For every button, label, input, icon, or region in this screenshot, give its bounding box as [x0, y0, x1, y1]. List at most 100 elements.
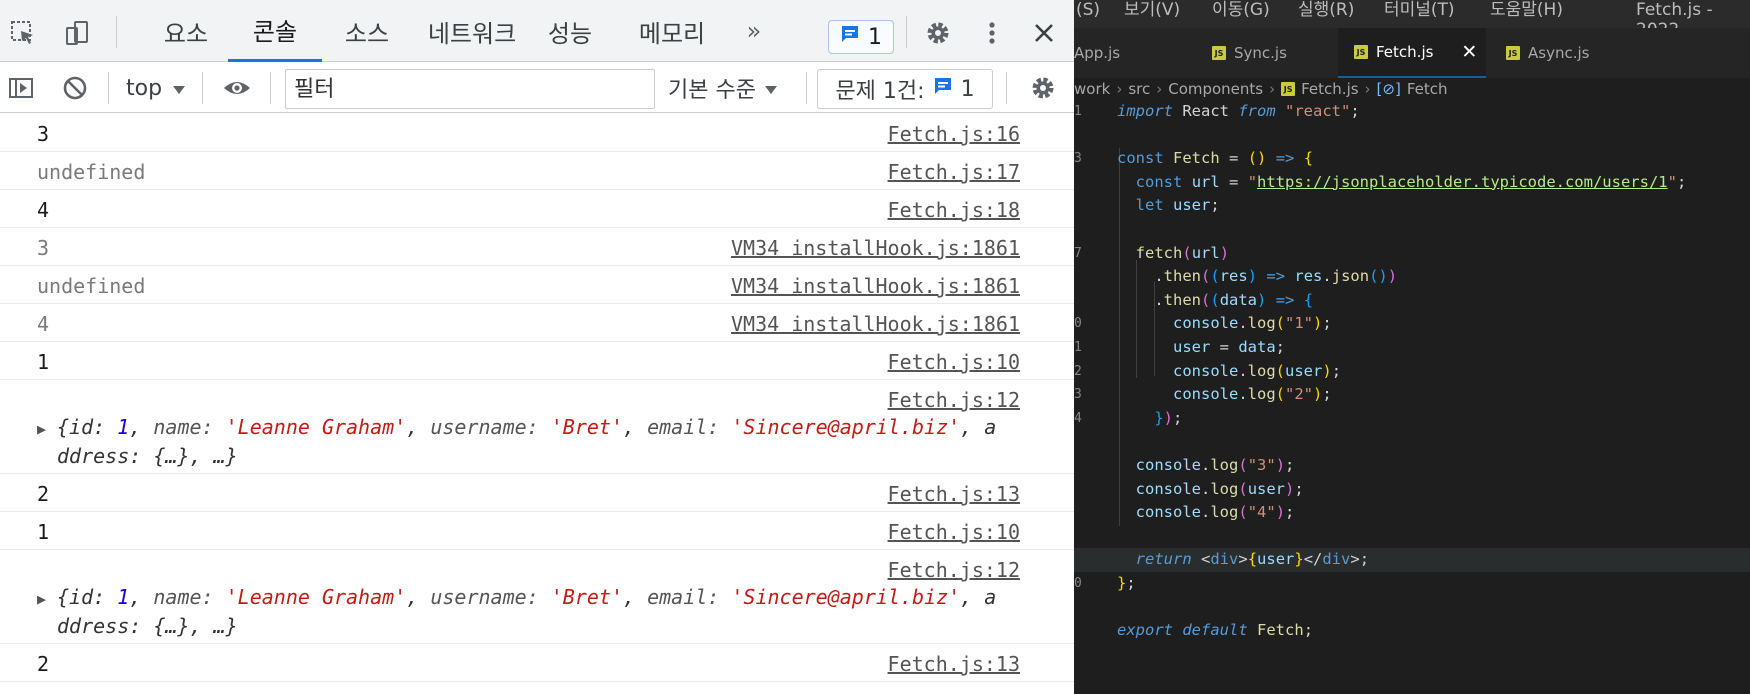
- log-source-link[interactable]: VM34 installHook.js:1861: [731, 312, 1020, 336]
- code-line: 1 import React from "react";: [1074, 102, 1360, 120]
- log-row: 3 VM34 installHook.js:1861: [0, 228, 1074, 266]
- expand-triangle-icon[interactable]: ▶: [37, 586, 57, 613]
- dropdown-arrow-icon: [764, 76, 778, 101]
- menu-item[interactable]: 터미널(T): [1384, 0, 1455, 20]
- more-options-icon[interactable]: [977, 18, 1007, 48]
- editor-tab-active[interactable]: JS Fetch.js ✕: [1338, 28, 1486, 78]
- log-row: undefined VM34 installHook.js:1861: [0, 266, 1074, 304]
- editor-tab[interactable]: JS Sync.js: [1196, 28, 1326, 78]
- devtools-panel: 요소 콘솔 소스 네트워크 성능 메모리 » 1 top 필터 기본 수준 문제…: [0, 0, 1074, 694]
- console-toolbar: top 기본 수준 문제 1건: 1: [0, 63, 1074, 113]
- log-row: 1 Fetch.js:10: [0, 512, 1074, 550]
- menu-item[interactable]: 도움말(H): [1490, 0, 1563, 20]
- message-icon: [840, 24, 860, 50]
- js-file-icon: JS: [1354, 45, 1368, 59]
- log-source-link[interactable]: Fetch.js:17: [888, 160, 1020, 184]
- object-preview[interactable]: ▶ {id: 1, name: 'Leanne Graham', username…: [37, 414, 1027, 470]
- more-tabs-chevron[interactable]: »: [738, 0, 770, 62]
- log-source-link[interactable]: Fetch.js:12: [888, 558, 1020, 582]
- log-row: undefined Fetch.js:17: [0, 152, 1074, 190]
- code-line: .then((data) => {: [1117, 290, 1314, 309]
- code-line: 1 user = data;: [1074, 337, 1285, 356]
- context-selector[interactable]: top: [126, 71, 186, 105]
- log-source-link[interactable]: Fetch.js:10: [888, 520, 1020, 544]
- message-icon: [933, 76, 953, 102]
- log-levels-dropdown[interactable]: 기본 수준: [668, 71, 778, 105]
- close-tab-icon[interactable]: ✕: [1461, 41, 1477, 63]
- log-message: 3: [37, 236, 50, 260]
- breadcrumb-item[interactable]: Fetch.js: [1301, 80, 1358, 98]
- issues-badge[interactable]: 1: [828, 20, 894, 54]
- tab-memory[interactable]: 메모리: [626, 0, 718, 62]
- close-icon[interactable]: [1029, 18, 1059, 48]
- log-source-link[interactable]: VM34 installHook.js:1861: [731, 236, 1020, 260]
- context-label: top: [126, 75, 163, 101]
- log-row: 1 Fetch.js:10: [0, 342, 1074, 380]
- log-source-link[interactable]: Fetch.js:13: [888, 482, 1020, 506]
- live-expression-eye-icon[interactable]: [222, 73, 252, 103]
- menu-item[interactable]: 보기(V): [1124, 0, 1180, 20]
- filter-input[interactable]: [285, 69, 655, 109]
- tab-elements[interactable]: 요소: [142, 0, 230, 62]
- chevron-right-icon: ›: [1269, 80, 1276, 98]
- breadcrumb-item[interactable]: Fetch: [1407, 80, 1448, 98]
- code-line: 0 console.log("1");: [1074, 314, 1332, 333]
- log-message: 1: [37, 520, 50, 544]
- menu-bar: (S) 보기(V) 이동(G) 실행(R) 터미널(T) 도움말(H) Fetc…: [1074, 0, 1750, 40]
- console-settings-gear-icon[interactable]: [1028, 73, 1058, 103]
- log-message: 2: [37, 652, 50, 676]
- settings-gear-icon[interactable]: [923, 18, 953, 48]
- issues-count-button[interactable]: 문제 1건: 1: [817, 69, 993, 109]
- js-file-icon: JS: [1212, 46, 1226, 60]
- code-area[interactable]: 1 import React from "react"; 3 const Fetch…: [1074, 100, 1750, 643]
- code-line: 0};: [1074, 573, 1136, 592]
- issues-count-value: 1: [960, 76, 975, 102]
- log-source-link[interactable]: VM34 installHook.js:1861: [731, 274, 1020, 298]
- code-line: 7 fetch(url): [1074, 243, 1230, 262]
- sidebar-toggle-icon[interactable]: [6, 73, 36, 103]
- devtools-tabbar: 요소 콘솔 소스 네트워크 성능 메모리 » 1: [0, 0, 1074, 62]
- dropdown-arrow-icon: [172, 76, 186, 101]
- chevron-right-icon: ›: [1116, 80, 1123, 98]
- tab-sources[interactable]: 소스: [322, 0, 412, 62]
- log-message: undefined: [37, 160, 146, 184]
- breadcrumb-item[interactable]: work: [1074, 80, 1110, 98]
- code-line-current: return <div>{user}</div>;: [1074, 548, 1750, 572]
- symbol-icon: [⊘]: [1376, 80, 1401, 98]
- log-source-link[interactable]: Fetch.js:16: [888, 122, 1020, 146]
- code-line: console.log("4");: [1135, 503, 1295, 522]
- clear-console-icon[interactable]: [60, 73, 90, 103]
- tab-performance[interactable]: 성능: [534, 0, 606, 62]
- menu-item[interactable]: 이동(G): [1212, 0, 1270, 20]
- chevron-right-icon: ›: [1156, 80, 1163, 98]
- breadcrumb-item[interactable]: src: [1128, 80, 1150, 98]
- inspect-element-icon[interactable]: [8, 18, 38, 48]
- editor-tab[interactable]: App.js: [1074, 28, 1184, 78]
- menu-item[interactable]: 실행(R): [1298, 0, 1354, 20]
- breadcrumb: work › src › Components › JS Fetch.js › …: [1074, 78, 1750, 100]
- code-line: export default Fetch;: [1117, 621, 1314, 640]
- code-line: const url = "https://jsonplaceholder.typ…: [1135, 172, 1687, 191]
- log-message: 2: [37, 482, 50, 506]
- log-source-link[interactable]: Fetch.js:18: [888, 198, 1020, 222]
- menu-item[interactable]: (S): [1076, 0, 1100, 20]
- editor-tab[interactable]: JS Async.js: [1494, 28, 1634, 78]
- object-preview[interactable]: ▶ {id: 1, name: 'Leanne Graham', username…: [37, 584, 1027, 640]
- code-line: .then((res) => res.json()): [1117, 267, 1398, 286]
- log-source-link[interactable]: Fetch.js:12: [888, 388, 1020, 412]
- log-source-link[interactable]: Fetch.js:10: [888, 350, 1020, 374]
- tab-network[interactable]: 네트워크: [410, 0, 534, 62]
- log-source-link[interactable]: Fetch.js:13: [888, 652, 1020, 676]
- tab-console[interactable]: 콘솔: [228, 0, 322, 62]
- expand-triangle-icon[interactable]: ▶: [37, 416, 57, 443]
- editor-tabs: App.js JS Sync.js JS Fetch.js ✕ JS Async…: [1074, 28, 1750, 78]
- js-file-icon: JS: [1281, 82, 1296, 96]
- device-toolbar-icon[interactable]: [62, 18, 92, 48]
- breadcrumb-item[interactable]: Components: [1168, 80, 1263, 98]
- code-line: let user;: [1135, 196, 1220, 215]
- log-row-object: Fetch.js:12 ▶ {id: 1, name: 'Leanne Graha…: [0, 550, 1074, 644]
- code-line: console.log("3");: [1135, 455, 1295, 474]
